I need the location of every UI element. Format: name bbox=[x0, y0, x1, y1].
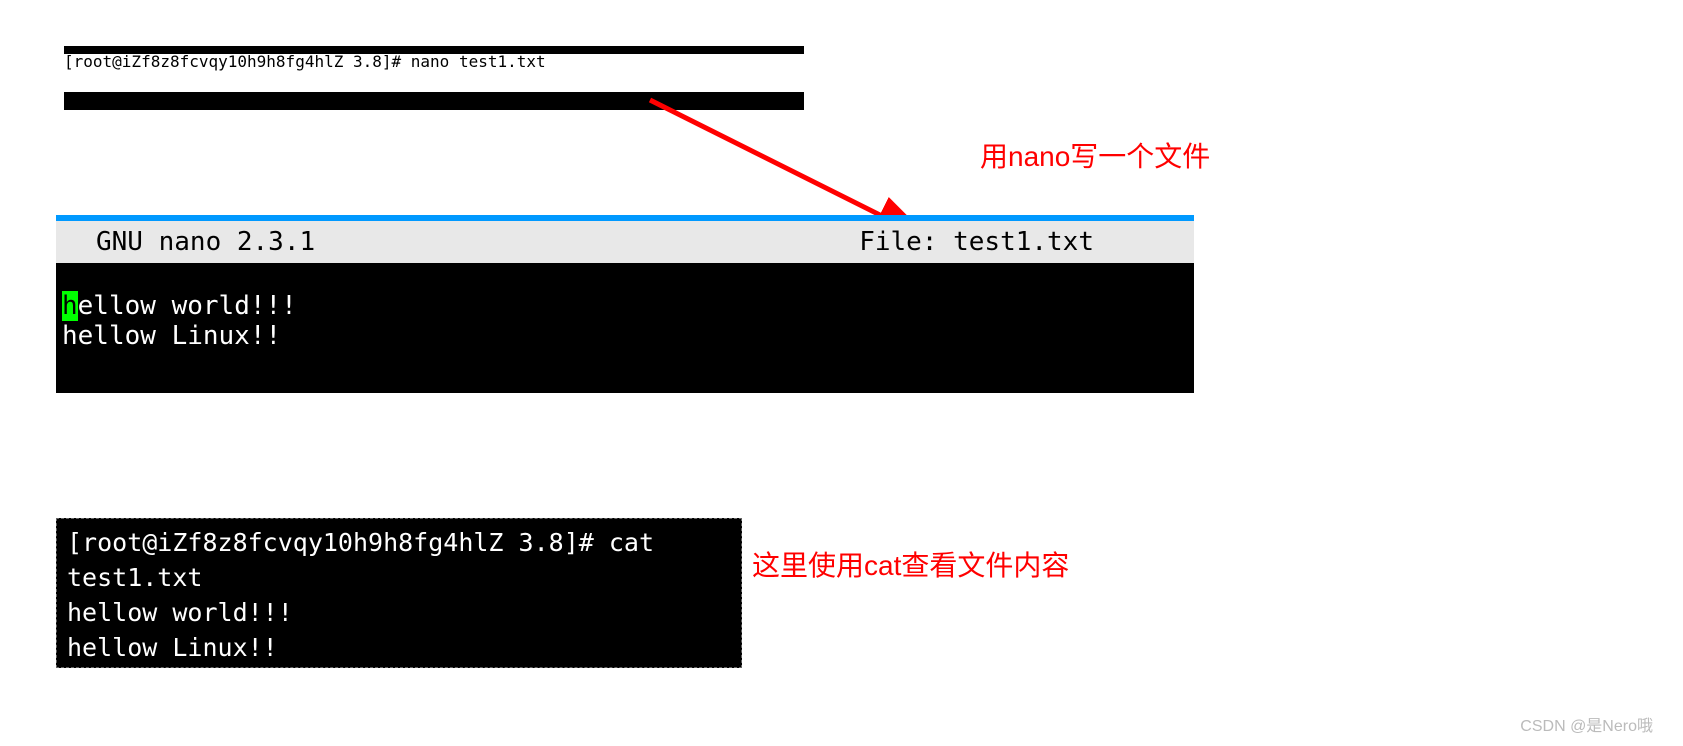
nano-editor-body[interactable]: hellow world!!! hellow Linux!! bbox=[56, 263, 1194, 393]
terminal-cat-output: [root@iZf8z8fcvqy10h9h8fg4hlZ 3.8]# cat … bbox=[56, 518, 742, 668]
cat-output-line2: hellow Linux!! bbox=[67, 630, 731, 665]
cat-prompt-line: [root@iZf8z8fcvqy10h9h8fg4hlZ 3.8]# cat … bbox=[67, 525, 731, 595]
cursor-char: h bbox=[62, 291, 78, 321]
terminal-bottom-strip bbox=[64, 92, 804, 110]
nano-line-2: hellow Linux!! bbox=[62, 321, 1188, 351]
nano-version-label: GNU nano 2.3.1 bbox=[96, 227, 315, 257]
cat-output-line1: hellow world!!! bbox=[67, 595, 731, 630]
nano-editor-window: GNU nano 2.3.1 File: test1.txt hellow wo… bbox=[56, 215, 1194, 393]
nano-line-1: hellow world!!! bbox=[62, 291, 1188, 321]
terminal-nano-command: [root@iZf8z8fcvqy10h9h8fg4hlZ 3.8]# nano… bbox=[64, 52, 804, 71]
nano-file-label: File: test1.txt bbox=[859, 227, 1174, 257]
annotation-nano-label: 用nano写一个文件 bbox=[980, 135, 1210, 175]
nano-line1-rest: ellow world!!! bbox=[78, 291, 297, 321]
nano-header-bar: GNU nano 2.3.1 File: test1.txt bbox=[56, 217, 1194, 263]
terminal-prompt-line: [root@iZf8z8fcvqy10h9h8fg4hlZ 3.8]# nano… bbox=[64, 52, 804, 71]
annotation-cat-label: 这里使用cat查看文件内容 bbox=[752, 544, 1069, 584]
watermark-text: CSDN @是Nero哦 bbox=[1520, 712, 1653, 736]
